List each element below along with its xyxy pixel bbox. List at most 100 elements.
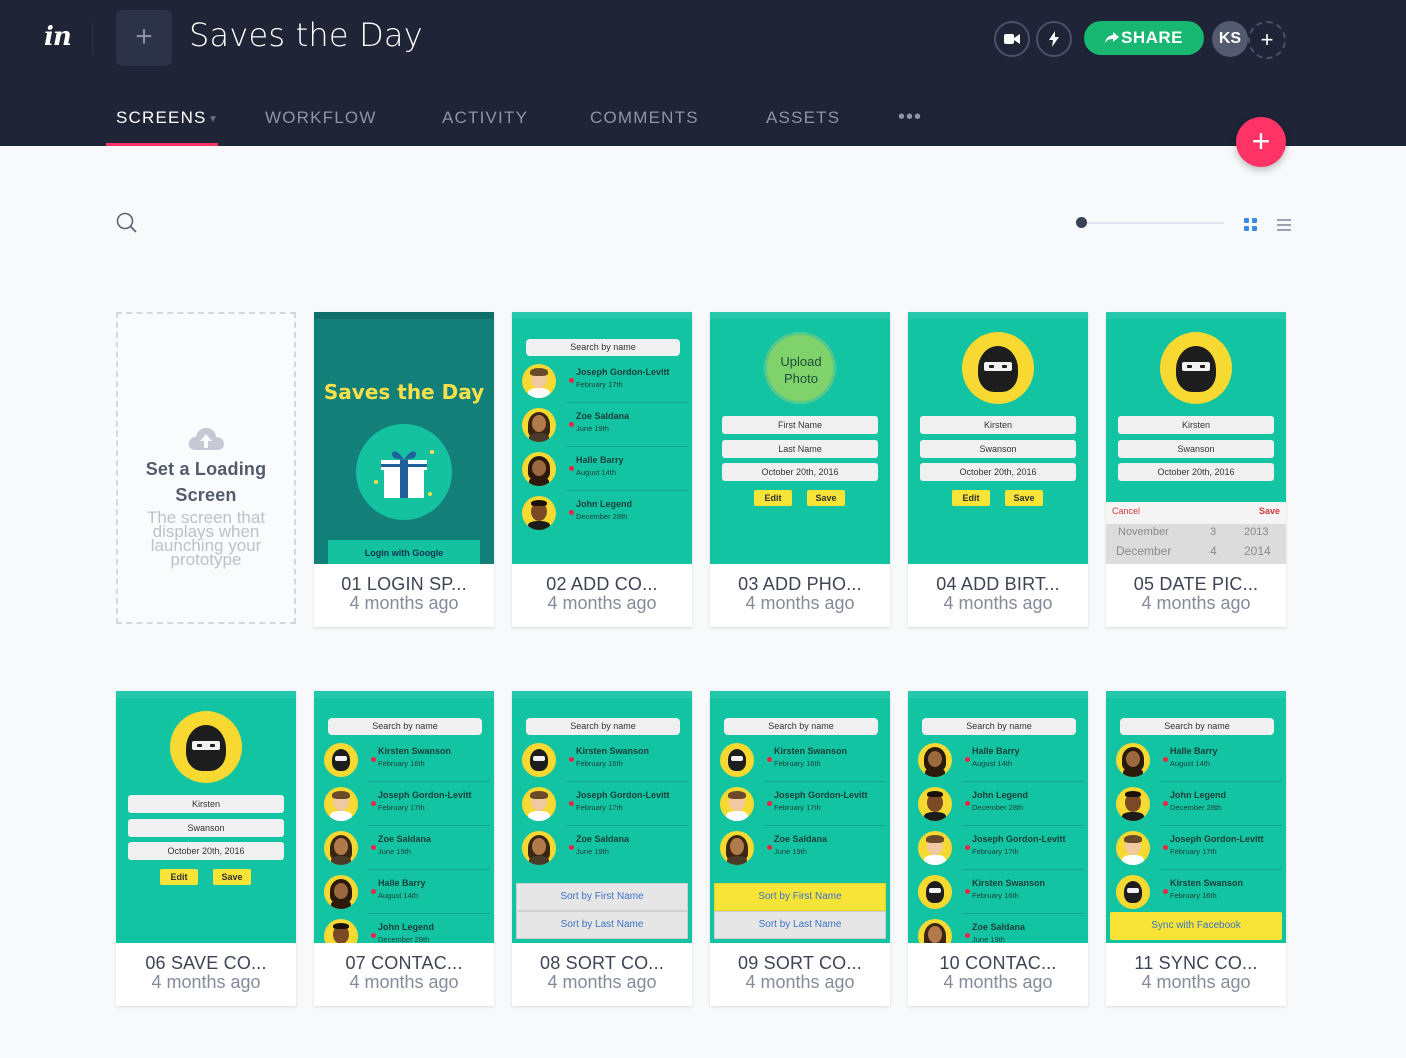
ninja-avatar [170,711,242,783]
contact-name: Zoe Saldana [378,834,432,844]
save-button: Save [1005,490,1043,506]
video-call-button[interactable] [994,21,1030,57]
thumb-contact-row: Halle Barry August 14th [522,450,690,492]
login-with-google-button: Login with Google [328,540,480,564]
screen-thumbnail: Search by name Halle Barry August 14th J… [1106,691,1286,943]
list-view-icon[interactable] [1277,218,1291,232]
loading-screen-description: The screen that displays when launching … [146,508,266,569]
contact-name: Kirsten Swanson [774,746,848,756]
contact-name: John Legend [972,790,1028,800]
screen-timestamp: 4 months ago [349,593,459,613]
contact-avatar [522,408,556,442]
pin-icon [569,845,574,850]
first-name-field: Kirsten [1118,416,1274,434]
user-avatar[interactable]: KS [1212,21,1248,57]
screen-card[interactable]: Upload Photo First Name Last Name Octobe… [710,312,890,627]
contact-avatar [720,787,754,821]
share-button[interactable]: SHARE [1084,21,1204,55]
thumb-search-bar: Search by name [328,718,482,735]
zoom-slider-track[interactable] [1080,222,1224,224]
add-member-button[interactable]: + [1248,21,1286,59]
screen-thumbnail: Search by name Joseph Gordon-Levitt Febr… [512,312,692,564]
thumb-contact-row: Zoe Saldana June 19th [522,829,690,871]
screen-card[interactable]: Search by name Kirsten Swanson February … [710,691,890,1006]
screen-card[interactable]: Search by name Kirsten Swanson February … [512,691,692,1006]
more-tabs-button[interactable]: ••• [898,106,922,129]
screen-card[interactable]: Kirsten Swanson October 20th, 2016 Edit … [908,312,1088,627]
tab-comments[interactable]: COMMENTS [590,108,699,128]
loading-screen-card[interactable]: Set a Loading Screen The screen that dis… [116,312,296,624]
tab-workflow[interactable]: WORKFLOW [265,108,377,128]
contact-date: February 17th [378,803,425,812]
zoom-slider-thumb[interactable] [1076,217,1087,228]
sort-last-name-option: Sort by Last Name [714,911,886,939]
contact-date: February 17th [774,803,821,812]
contact-date: December 28th [378,935,430,943]
tab-activity[interactable]: ACTIVITY [442,108,528,128]
share-label: SHARE [1120,28,1183,47]
row-separator [368,869,490,870]
add-project-button[interactable]: + [116,10,172,66]
tab-screens[interactable]: SCREENS [116,108,207,128]
pin-icon [371,889,376,894]
screen-thumbnail: Search by name Kirsten Swanson February … [314,691,494,943]
thumb-contact-row: Joseph Gordon-Levitt February 17th [522,362,690,404]
thumb-contact-row: Kirsten Swanson February 16th [324,741,492,783]
contact-date: February 17th [576,380,623,389]
screen-thumbnail: Kirsten Swanson October 20th, 2016 Edit … [908,312,1088,564]
add-screen-fab[interactable]: + [1236,117,1286,167]
contact-avatar [522,364,556,398]
tab-assets[interactable]: ASSETS [766,108,840,128]
screen-timestamp: 4 months ago [943,972,1053,992]
lightning-button[interactable] [1036,21,1072,57]
pin-icon [1163,845,1168,850]
login-title: Saves the Day [323,380,485,404]
screen-card[interactable]: Kirsten Swanson October 20th, 2016 Edit … [116,691,296,1006]
screen-name: 01 LOGIN SP... [341,574,467,594]
project-title[interactable]: Saves the Day [189,16,423,54]
thumb-search-bar: Search by name [1120,718,1274,735]
contact-date: February 16th [972,891,1019,900]
pin-icon [767,801,772,806]
screen-timestamp: 4 months ago [745,593,855,613]
contact-date: February 17th [972,847,1019,856]
contact-name: Joseph Gordon-Levitt [1170,834,1264,844]
chevron-down-icon[interactable]: ▼ [208,114,218,125]
screen-card[interactable]: Search by name Halle Barry August 14th J… [1106,691,1286,1006]
grid-view-icon[interactable] [1244,218,1258,232]
thumb-search-bar: Search by name [526,718,680,735]
date-picker: Cancel Save November 3 2013 December 4 2… [1106,502,1286,564]
contact-avatar [918,787,952,821]
screen-card[interactable]: Search by name Kirsten Swanson February … [314,691,494,1006]
screen-card[interactable]: Kirsten Swanson October 20th, 2016 Cance… [1106,312,1286,627]
contact-avatar [324,787,358,821]
search-icon[interactable] [116,212,138,234]
screen-card[interactable]: Search by name Joseph Gordon-Levitt Febr… [512,312,692,627]
birthday-field: October 20th, 2016 [1118,463,1274,481]
contact-date: June 19th [378,847,411,856]
contact-name: John Legend [576,499,632,509]
pin-icon [965,757,970,762]
upload-photo-circle: Upload Photo [764,332,836,404]
row-separator [1160,825,1282,826]
thumb-contact-row: Kirsten Swanson February 16th [720,741,888,783]
pin-icon [569,422,574,427]
video-camera-icon [1004,34,1020,44]
contact-avatar [1116,875,1150,909]
screen-thumbnail: Search by name Halle Barry August 14th J… [908,691,1088,943]
contact-name: John Legend [1170,790,1226,800]
row-separator [1160,781,1282,782]
row-separator [368,781,490,782]
invision-logo[interactable]: in [44,22,72,52]
screen-name: 05 DATE PIC... [1133,574,1259,594]
screen-timestamp: 4 months ago [1141,972,1251,992]
screen-card[interactable]: Saves the Day Login with Google 01 LOGIN… [314,312,494,627]
screen-name: 06 SAVE CO... [145,953,267,973]
loading-screen-title: Set a Loading Screen [145,459,267,505]
first-name-field: First Name [722,416,878,434]
screen-timestamp: 4 months ago [547,972,657,992]
header-divider [92,22,93,54]
contact-name: Joseph Gordon-Levitt [378,790,472,800]
screen-card[interactable]: Search by name Halle Barry August 14th J… [908,691,1088,1006]
ninja-avatar [962,332,1034,404]
